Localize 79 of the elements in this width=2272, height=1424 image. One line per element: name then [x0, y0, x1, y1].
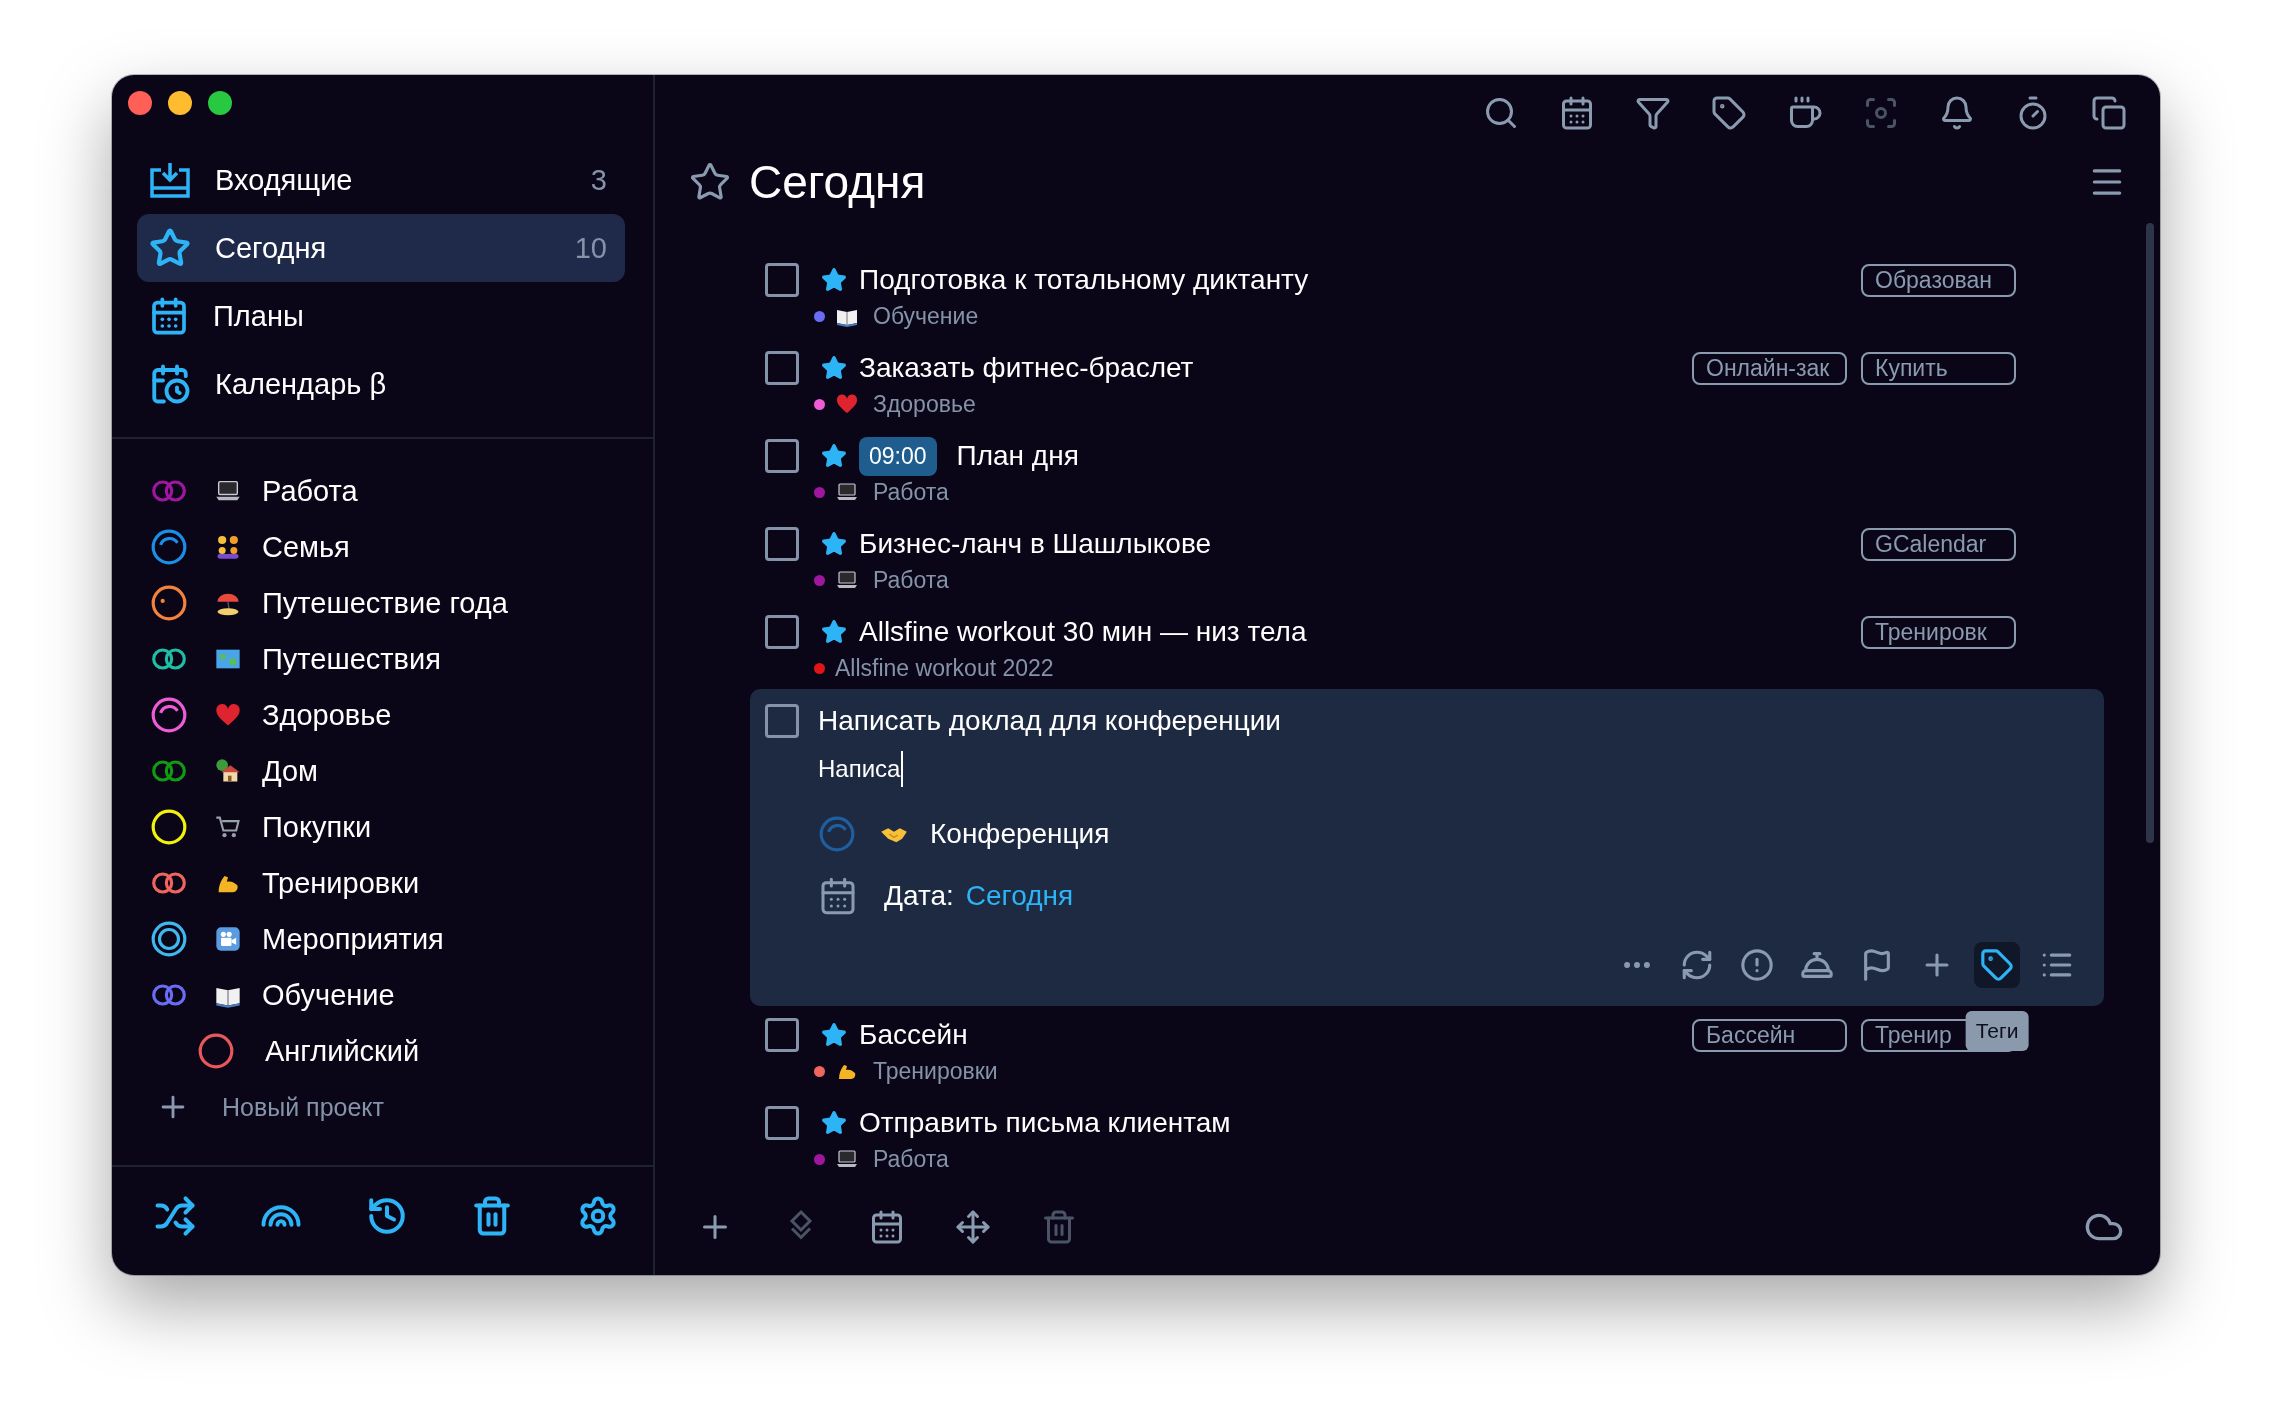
time-badge: 09:00 — [859, 436, 937, 476]
scrollbar[interactable] — [2146, 223, 2154, 843]
camera-icon — [214, 925, 242, 953]
project-item[interactable]: Путешествие года — [112, 575, 653, 631]
checkbox[interactable] — [765, 351, 799, 385]
item-count: 10 — [574, 231, 607, 265]
project-item[interactable]: Путешествия — [112, 631, 653, 687]
checkbox[interactable] — [765, 1106, 799, 1140]
checkbox[interactable] — [765, 1018, 799, 1052]
nav-item[interactable]: Сегодня 10 — [137, 214, 625, 282]
move-button[interactable] — [955, 1209, 991, 1245]
tag-chip: Купить — [1861, 351, 2016, 385]
date-label: Дата: — [884, 880, 954, 912]
tag-button[interactable] — [1711, 95, 1747, 131]
project-item[interactable]: Покупки — [112, 799, 653, 855]
checkbox[interactable] — [765, 439, 799, 473]
tag-chip: Образован — [1861, 263, 2016, 297]
nav-item[interactable]: Планы — [137, 282, 625, 350]
project-name: Тренировки — [873, 1057, 998, 1085]
checkbox[interactable] — [765, 263, 799, 297]
checkbox[interactable] — [765, 527, 799, 561]
star-icon — [149, 227, 191, 269]
tag-chip: Тренировк — [1861, 615, 2016, 649]
checkbox[interactable] — [765, 615, 799, 649]
repeat-button[interactable] — [1680, 948, 1714, 982]
task-title: Заказать фитнес-браслет — [859, 352, 1194, 384]
task-title: План дня — [956, 440, 1079, 472]
filter-button[interactable] — [1635, 95, 1671, 131]
new-project-button[interactable]: Новый проект — [112, 1079, 653, 1135]
tooltip: Теги — [1965, 1011, 2029, 1051]
inbox-tray-icon — [149, 161, 191, 199]
project-item[interactable]: Тренировки — [112, 855, 653, 911]
tag-chip: Бассейн — [1692, 1018, 1847, 1052]
priority-button[interactable] — [1740, 948, 1774, 982]
project-name: Работа — [873, 566, 949, 594]
tag-button[interactable] — [1980, 948, 2014, 982]
project-item[interactable]: Работа — [112, 463, 653, 519]
nav-item[interactable]: Календарь β — [137, 350, 625, 418]
tag-chip: GCalendar — [1861, 527, 2016, 561]
settings-button[interactable] — [577, 1195, 619, 1237]
task-title: Allsfine workout 30 мин — низ тела — [859, 616, 1307, 648]
note-field[interactable]: Написа — [818, 751, 904, 787]
search-button[interactable] — [1483, 95, 1519, 131]
copy-button[interactable] — [2091, 95, 2127, 131]
project-item[interactable]: Семья — [112, 519, 653, 575]
project-item[interactable]: Здоровье — [112, 687, 653, 743]
project-item[interactable]: Мероприятия — [112, 911, 653, 967]
calendar-button[interactable] — [1559, 95, 1595, 131]
calendar-clock-icon — [149, 363, 191, 405]
cup-button[interactable] — [1787, 95, 1823, 131]
task-title: Бизнес-ланч в Шашлыкове — [859, 528, 1212, 560]
item-count: 3 — [590, 163, 607, 197]
project-name[interactable]: Конференция — [930, 818, 1110, 850]
task-title: Написать доклад для конференции — [818, 705, 1281, 737]
bell-button[interactable] — [1939, 95, 1975, 131]
project-item[interactable]: Обучение — [112, 967, 653, 1023]
close-button[interactable] — [128, 91, 152, 115]
task-title: Отправить письма клиентам — [859, 1107, 1231, 1139]
project-item[interactable]: Дом — [112, 743, 653, 799]
house-icon — [214, 757, 242, 785]
task-title: Бассейн — [859, 1019, 968, 1051]
minimize-button[interactable] — [168, 91, 192, 115]
calendar-button[interactable] — [869, 1209, 905, 1245]
date-link[interactable]: Сегодня — [965, 880, 1074, 912]
project-name: Обучение — [873, 302, 979, 330]
project-name: Allsfine workout 2022 — [835, 654, 1054, 682]
page-title: Сегодня — [749, 155, 927, 209]
task-title: Подготовка к тотальному диктанту — [859, 264, 1309, 296]
shuffle-button[interactable] — [154, 1195, 196, 1237]
calendar-icon — [149, 296, 189, 336]
zoom-button[interactable] — [208, 91, 232, 115]
nav-item[interactable]: Входящие 3 — [137, 146, 625, 214]
project-name: Работа — [873, 1145, 949, 1173]
project-name: Здоровье — [873, 390, 976, 418]
heart-icon — [835, 392, 859, 416]
checkbox[interactable] — [765, 704, 799, 738]
project-item[interactable]: Английский — [112, 1023, 653, 1079]
tag-chip: Онлайн-зак — [1692, 351, 1847, 385]
project-name: Работа — [873, 478, 949, 506]
